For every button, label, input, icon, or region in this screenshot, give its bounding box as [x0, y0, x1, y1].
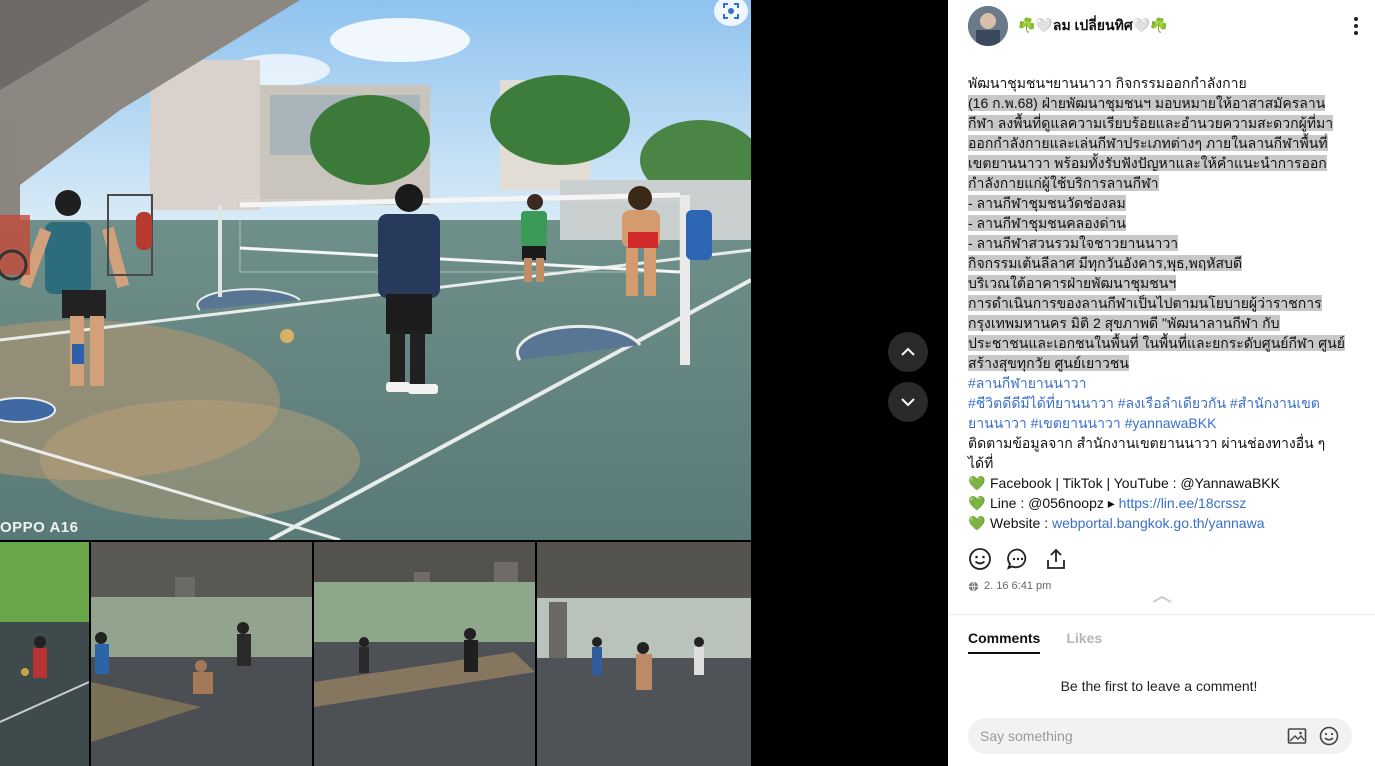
post-text-line: - ลานกีฬาชุมชนวัดช่องลม	[968, 195, 1126, 211]
chevron-up-icon	[901, 347, 915, 356]
post-text-line: กีฬา ลงพื้นที่ดูแลความเรียบร้อยและอำนวยค…	[968, 115, 1334, 131]
post-text-line: - ลานกีฬาสวนรวมใจชาวยานนาวา	[968, 235, 1179, 251]
post-panel: ☘️🤍ลม เปลี่ยนทิศ🤍☘️ พัฒนาชุมชนฯยานนาวา ก…	[948, 0, 1375, 766]
globe-icon	[968, 581, 979, 592]
comment-input[interactable]	[980, 728, 1276, 744]
hashtag-line[interactable]: #ลานกีฬายานนาวา	[968, 373, 1360, 393]
follow-text: ติดตามข้อมูลจาก สำนักงานเขตยานนาวา ผ่านช…	[968, 435, 1326, 451]
post-text-line: (16 ก.พ.68) ฝ่ายพัฒนาชุมชนฯ มอบหมายให้อา…	[968, 95, 1326, 111]
hashtag-line[interactable]: #ชีวิตดีดีมีได้ที่ยานนาวา #ลงเรือลำเดียว…	[968, 393, 1360, 413]
website-link[interactable]: webportal.bangkok.go.th/yannawa	[1052, 515, 1264, 531]
post-header: ☘️🤍ลม เปลี่ยนทิศ🤍☘️	[968, 6, 1363, 46]
comment-bar	[968, 718, 1352, 754]
post-text-line: กำลังกายแก่ผู้ใช้บริการลานกีฬา	[968, 175, 1159, 191]
thumbnail-1[interactable]	[0, 542, 89, 766]
image-icon[interactable]	[1286, 725, 1308, 747]
thumbnail-2[interactable]	[91, 542, 312, 766]
thumbnail-3[interactable]	[314, 542, 535, 766]
post-text-line: - ลานกีฬาชุมชนคลองด่าน	[968, 215, 1126, 231]
post-body: พัฒนาชุมชนฯยานนาวา กิจกรรมออกกำลังกาย (1…	[968, 73, 1360, 533]
contact-line: 💚 Line : @056noopz ▸ https://lin.ee/18crs…	[968, 495, 1247, 511]
contact-facebook: 💚 Facebook | TikTok | YouTube : @YannawaB…	[968, 475, 1280, 491]
green-heart-icon: 💚	[968, 495, 986, 511]
share-icon[interactable]	[1044, 547, 1068, 571]
thumbnail-strip	[0, 542, 751, 766]
author-name[interactable]: ☘️🤍ลม เปลี่ยนทิศ🤍☘️	[1018, 15, 1168, 37]
collapse-chevron-icon[interactable]	[1151, 594, 1173, 604]
post-text-line: ประชาชนและเอกชนในพื้นที่ ในพื้นที่และยกร…	[968, 335, 1345, 351]
next-post-button[interactable]	[888, 382, 928, 422]
avatar[interactable]	[968, 6, 1008, 46]
green-heart-icon: 💚	[968, 515, 986, 531]
post-title: พัฒนาชุมชนฯยานนาวา กิจกรรมออกกำลังกาย	[968, 75, 1247, 91]
main-photo[interactable]: OPPO A16	[0, 0, 751, 540]
green-heart-icon: 💚	[968, 475, 986, 491]
comment-tabs: Comments Likes	[968, 630, 1102, 654]
post-text-line: กิจกรรมเต้นลีลาศ มีทุกวันอังคาร,พุธ,พฤหั…	[968, 255, 1243, 271]
empty-comments-message: Be the first to leave a comment!	[1060, 678, 1258, 694]
tab-likes[interactable]: Likes	[1066, 630, 1102, 654]
hashtag-line[interactable]: ยานนาวา #เขตยานนาวา #yannawaBKK	[968, 413, 1360, 433]
post-text-line: ออกกำลังกายและเล่นกีฬาประเภทต่างๆ ภายในล…	[968, 135, 1328, 151]
post-actions	[968, 547, 1068, 571]
follow-text: ได้ที่	[968, 455, 994, 471]
emoji-icon[interactable]	[1318, 725, 1340, 747]
post-text-line: กรุงเทพมหานคร มิติ 2 สุขภาพดี "พัฒนาลานก…	[968, 315, 1280, 331]
more-options-button[interactable]	[1349, 14, 1363, 38]
post-timestamp: 2. 16 6:41 pm	[968, 580, 1051, 592]
divider	[948, 614, 1375, 615]
photo-viewer: OPPO A16	[0, 0, 948, 766]
previous-post-button[interactable]	[888, 332, 928, 372]
post-text-line: การดำเนินการของลานกีฬาเป็นไปตามนโยบายผู้…	[968, 295, 1322, 311]
contact-website: 💚 Website : webportal.bangkok.go.th/yanna…	[968, 515, 1265, 531]
chevron-down-icon	[901, 398, 915, 407]
thumbnail-4[interactable]	[537, 542, 751, 766]
line-link[interactable]: https://lin.ee/18crssz	[1119, 495, 1247, 511]
post-text-line: เขตยานนาวา พร้อมทั้งรับฟังปัญหาและให้คำแ…	[968, 155, 1327, 171]
comment-bubble-icon[interactable]	[1006, 547, 1030, 571]
tab-comments[interactable]: Comments	[968, 630, 1041, 654]
post-text-line: บริเวณใต้อาคารฝ่ายพัฒนาชุมชนฯ	[968, 275, 1177, 291]
post-text-line: สร้างสุขทุกวัย ศูนย์เยาวชน	[968, 355, 1129, 371]
smiley-icon[interactable]	[968, 547, 992, 571]
camera-watermark: OPPO A16	[0, 519, 79, 536]
